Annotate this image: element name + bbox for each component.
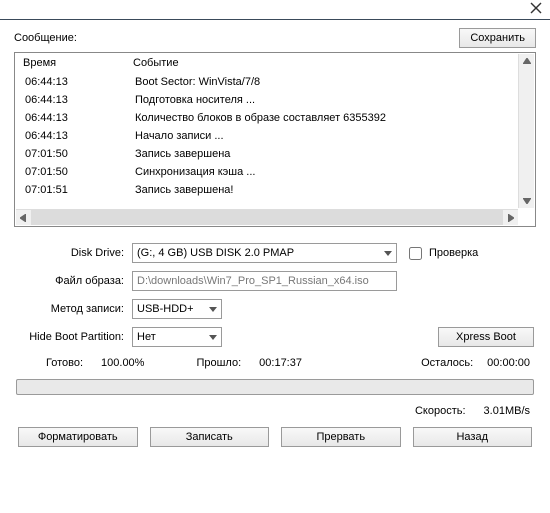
ready-label: Готово: [46,357,83,369]
image-file-label: Файл образа: [14,275,132,287]
log-event: Количество блоков в образе составляет 63… [135,109,529,127]
verify-label: Проверка [429,247,478,259]
log-time: 06:44:13 [25,127,135,145]
log-event: Запись завершена [135,145,529,163]
speed-value: 3.01MB/s [484,405,530,417]
log-time: 06:44:13 [25,91,135,109]
write-method-label: Метод записи: [14,303,132,315]
scroll-up-icon[interactable] [520,54,534,68]
xpress-boot-button[interactable]: Xpress Boot [438,327,534,347]
message-label: Сообщение: [14,32,77,44]
progress-bar [16,379,534,395]
log-event: Начало записи ... [135,127,529,145]
format-button[interactable]: Форматировать [18,427,138,447]
scrollbar-track[interactable] [31,210,503,225]
remaining-label: Осталось: [421,357,473,369]
log-event: Подготовка носителя ... [135,91,529,109]
log-row[interactable]: 06:44:13Начало записи ... [25,127,529,145]
log-row[interactable]: 06:44:13Boot Sector: WinVista/7/8 [25,73,529,91]
log-row[interactable]: 07:01:50Синхронизация кэша ... [25,163,529,181]
hide-boot-partition-select[interactable]: Нет [132,327,222,347]
log-event: Синхронизация кэша ... [135,163,529,181]
ready-value: 100.00% [101,357,144,369]
verify-checkbox[interactable]: Проверка [405,244,478,263]
log-time: 06:44:13 [25,109,135,127]
log-event: Запись завершена! [135,181,529,199]
scroll-down-icon[interactable] [520,194,534,208]
titlebar [0,0,550,20]
scroll-right-icon[interactable] [504,211,518,225]
speed-label: Скорость: [415,405,466,417]
disk-drive-label: Disk Drive: [14,247,132,259]
scroll-left-icon[interactable] [16,211,30,225]
log-list: Время Событие 06:44:13Boot Sector: WinVi… [14,52,536,227]
save-button[interactable]: Сохранить [459,28,536,48]
verify-checkbox-input[interactable] [409,247,422,260]
log-row[interactable]: 07:01:51Запись завершена! [25,181,529,199]
log-time: 07:01:51 [25,181,135,199]
write-button[interactable]: Записать [150,427,270,447]
write-method-select[interactable]: USB-HDD+ [132,299,222,319]
log-row[interactable]: 07:01:50Запись завершена [25,145,529,163]
remaining-value: 00:00:00 [487,357,530,369]
log-time: 06:44:13 [25,73,135,91]
elapsed-label: Прошло: [196,357,241,369]
back-button[interactable]: Назад [413,427,533,447]
elapsed-value: 00:17:37 [259,357,302,369]
log-row[interactable]: 06:44:13Подготовка носителя ... [25,91,529,109]
log-event: Boot Sector: WinVista/7/8 [135,73,529,91]
vertical-scrollbar[interactable] [518,54,534,208]
log-time: 07:01:50 [25,145,135,163]
hide-boot-partition-label: Hide Boot Partition: [14,331,132,343]
log-header-event: Событие [133,57,529,69]
status-row: Готово: 100.00% Прошло: 00:17:37 Осталос… [14,357,536,369]
horizontal-scrollbar[interactable] [16,209,518,225]
disk-drive-select[interactable]: (G:, 4 GB) USB DISK 2.0 PMAP [132,243,397,263]
close-icon[interactable] [530,2,542,17]
abort-button[interactable]: Прервать [281,427,401,447]
log-time: 07:01:50 [25,163,135,181]
log-row[interactable]: 06:44:13Количество блоков в образе соста… [25,109,529,127]
log-header-time: Время [23,57,133,69]
image-file-field[interactable] [132,271,397,291]
